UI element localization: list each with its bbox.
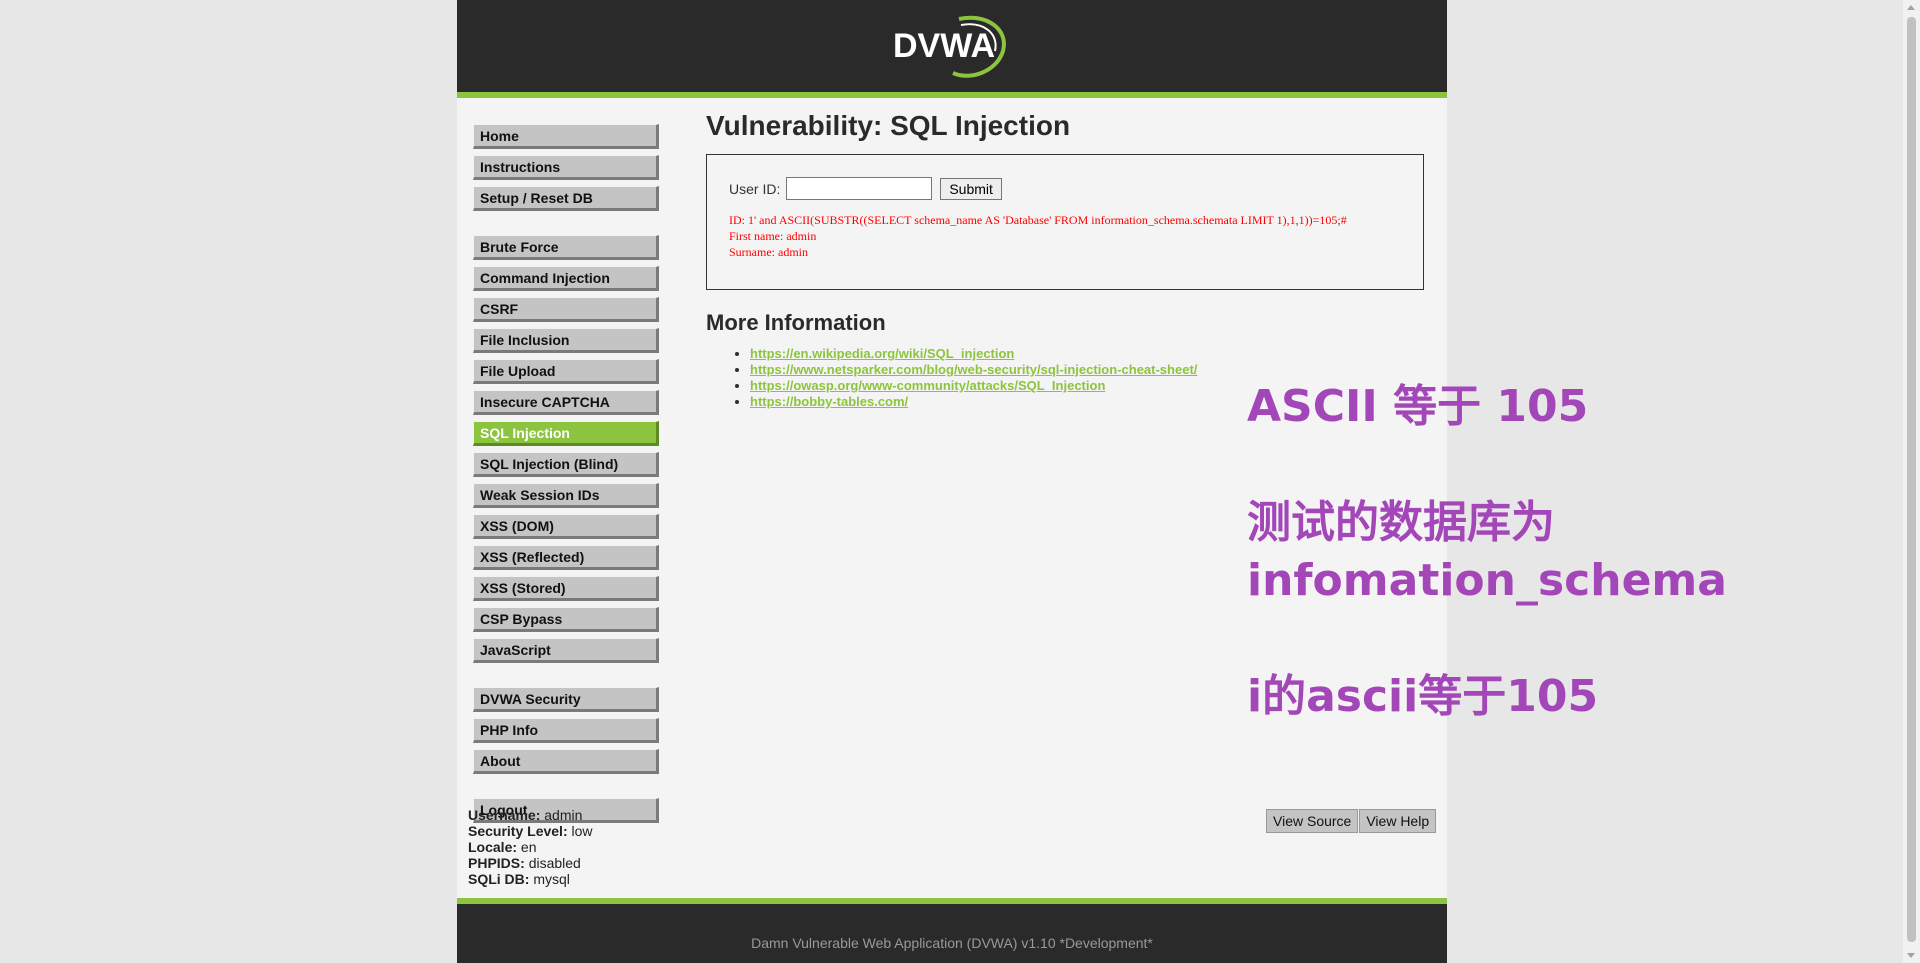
security-level-label: Security Level: [468,823,568,839]
locale-label: Locale: [468,839,518,855]
security-level-value: low [571,823,593,839]
menu-divider [473,669,659,687]
list-item: https://en.wikipedia.org/wiki/SQL_inject… [750,346,1436,362]
user-info: Username: admin Security Level: low Loca… [468,807,593,887]
sidebar-item-weak-session-ids[interactable]: Weak Session IDs [473,483,659,508]
link-owasp[interactable]: https://owasp.org/www-community/attacks/… [750,378,1105,393]
view-help-button[interactable]: View Help [1359,809,1437,833]
vertical-scrollbar[interactable] [1903,0,1920,963]
sidebar-item-brute-force[interactable]: Brute Force [473,235,659,260]
sidebar-item-sql-injection[interactable]: SQL Injection [473,421,659,446]
header: DVWA [457,0,1447,98]
dvwa-logo[interactable]: DVWA [891,11,1011,81]
sidebar-item-setup-reset-db[interactable]: Setup / Reset DB [473,186,659,211]
sidebar-item-xss-dom[interactable]: XSS (DOM) [473,514,659,539]
sidebar-item-sql-injection-blind[interactable]: SQL Injection (Blind) [473,452,659,477]
sidebar-item-about[interactable]: About [473,749,659,774]
menu-divider [473,780,659,798]
sqli-db-label: SQLi DB: [468,871,530,887]
result-id-line: ID: 1' and ASCII(SUBSTR((SELECT schema_n… [729,213,1347,227]
sidebar-item-insecure-captcha[interactable]: Insecure CAPTCHA [473,390,659,415]
scroll-thumb[interactable] [1907,17,1916,942]
result-surname-line: Surname: admin [729,245,808,259]
footer: Damn Vulnerable Web Application (DVWA) v… [457,898,1447,963]
locale-value: en [520,839,537,855]
view-source-button[interactable]: View Source [1266,809,1359,833]
sidebar-item-home[interactable]: Home [473,124,659,149]
annotation-overlay: ASCII 等于 105 测试的数据库为 infomation_schema i… [1247,378,1727,726]
menu-divider [473,217,659,235]
link-bobby-tables[interactable]: https://bobby-tables.com/ [750,394,908,409]
footer-text: Damn Vulnerable Web Application (DVWA) v… [751,935,1153,951]
sidebar-item-javascript[interactable]: JavaScript [473,638,659,663]
phpids-label: PHPIDS: [468,855,525,871]
sidebar-item-instructions[interactable]: Instructions [473,155,659,180]
username-value: admin [544,807,583,823]
annotation-line-3: infomation_schema [1247,555,1727,606]
username-label: Username: [468,807,541,823]
view-buttons: View Source View Help [1265,809,1437,833]
userid-label: User ID: [729,180,781,197]
annotation-line-4: i的ascii等于105 [1247,671,1599,722]
annotation-line-1: ASCII 等于 105 [1247,381,1589,432]
sidebar-menu: Home Instructions Setup / Reset DB Brute Fo… [473,124,659,829]
sidebar-item-xss-reflected[interactable]: XSS (Reflected) [473,545,659,570]
sidebar-item-file-inclusion[interactable]: File Inclusion [473,328,659,353]
link-netsparker[interactable]: https://www.netsparker.com/blog/web-secu… [750,362,1197,377]
svg-text:DVWA: DVWA [893,27,995,65]
phpids-value: disabled [528,855,581,871]
userid-form: User ID: Submit [729,177,1401,200]
scroll-down-icon[interactable] [1907,953,1915,958]
vulnerability-box: User ID: Submit ID: 1' and ASCII(SUBSTR(… [706,154,1424,290]
more-info-title: More Information [706,310,886,335]
sidebar-item-dvwa-security[interactable]: DVWA Security [473,687,659,712]
main-content: Vulnerability: SQL Injection User ID: Su… [706,110,1436,410]
page-title: Vulnerability: SQL Injection [706,110,1071,141]
sidebar-item-php-info[interactable]: PHP Info [473,718,659,743]
sidebar-item-xss-stored[interactable]: XSS (Stored) [473,576,659,601]
query-result: ID: 1' and ASCII(SUBSTR((SELECT schema_n… [729,212,1401,260]
submit-button[interactable]: Submit [940,177,1002,200]
sidebar-item-csp-bypass[interactable]: CSP Bypass [473,607,659,632]
userid-input[interactable] [786,177,933,200]
annotation-line-2: 测试的数据库为 [1247,497,1555,548]
sidebar-item-command-injection[interactable]: Command Injection [473,266,659,291]
link-wikipedia[interactable]: https://en.wikipedia.org/wiki/SQL_inject… [750,346,1014,361]
list-item: https://www.netsparker.com/blog/web-secu… [750,362,1436,378]
sidebar-item-file-upload[interactable]: File Upload [473,359,659,384]
annotation-spacer [1247,436,1727,494]
sidebar-item-csrf[interactable]: CSRF [473,297,659,322]
scroll-up-icon[interactable] [1907,5,1915,10]
annotation-spacer [1247,610,1727,668]
sqli-db-value: mysql [533,871,570,887]
result-firstname-line: First name: admin [729,229,817,243]
